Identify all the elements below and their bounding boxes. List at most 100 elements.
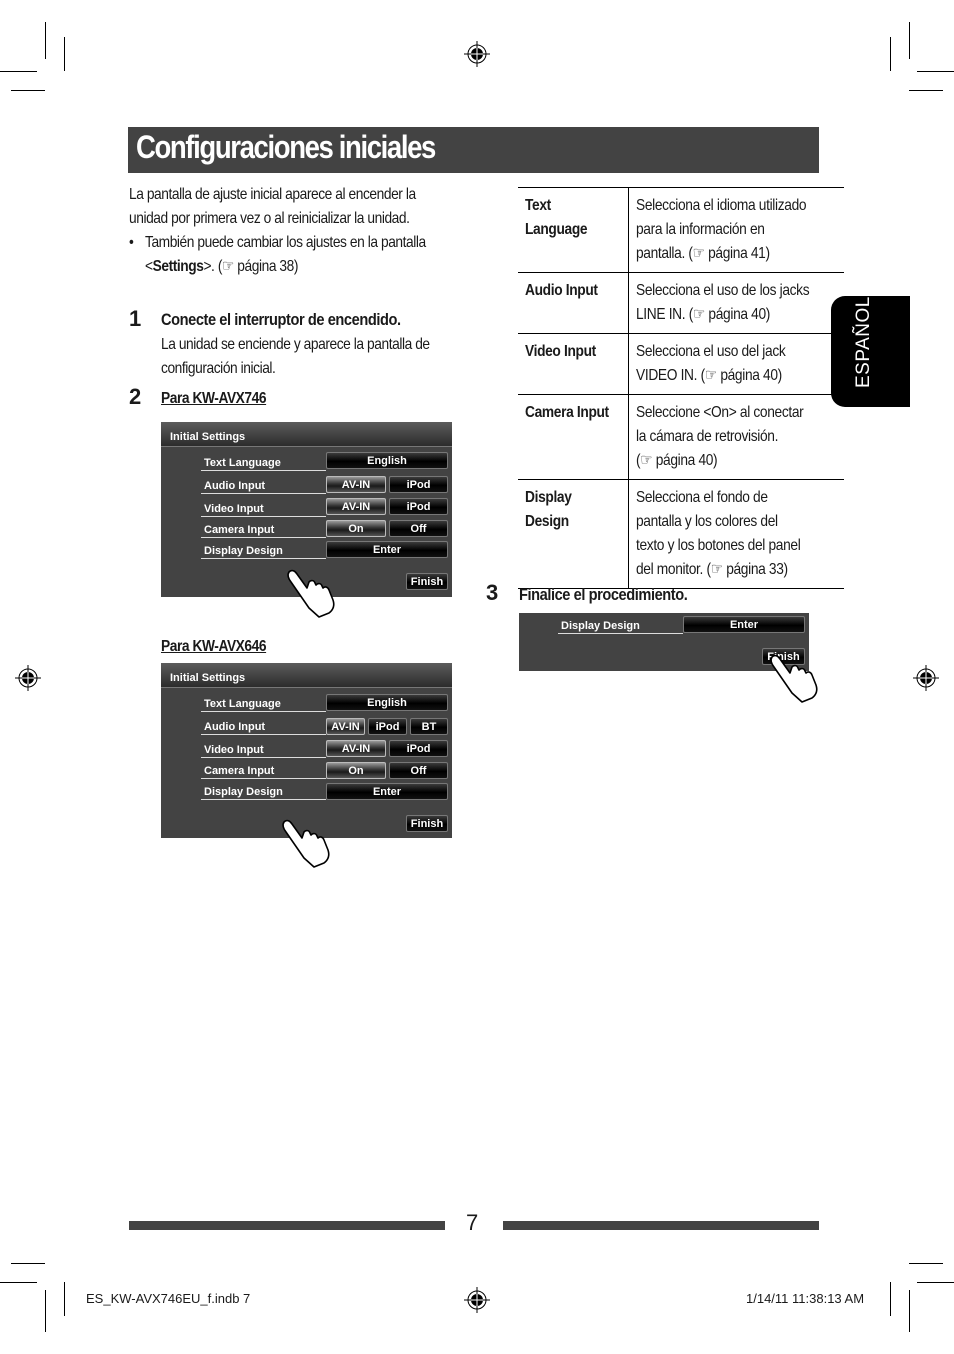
- setting-description: del monitor. (☞ página 33): [636, 561, 789, 578]
- video-input-ipod-button[interactable]: iPod: [389, 498, 448, 515]
- setting-name-cell: Display Design: [518, 479, 630, 589]
- pointing-hand-icon: [287, 569, 335, 618]
- crop-mark: [11, 90, 45, 91]
- crop-mark: [64, 1282, 65, 1316]
- video-input-ipod-button[interactable]: iPod: [389, 740, 448, 757]
- page-number: 7: [466, 1210, 479, 1235]
- model-heading: Para KW-AVX746: [161, 390, 267, 407]
- setting-description: Selecciona el uso de los jacks: [636, 282, 810, 299]
- crop-mark: [890, 1282, 891, 1316]
- intro-line: unidad por primera vez o al reinicializa…: [129, 210, 410, 227]
- crop-mark: [909, 22, 910, 59]
- setting-description: pantalla y los colores del: [636, 513, 779, 530]
- setting-description-cell: Selecciona el uso de los jacks LINE IN. (…: [629, 273, 844, 334]
- registration-mark-icon: [464, 41, 490, 67]
- setting-description: (☞ página 40): [636, 452, 718, 469]
- setting-name: Design: [525, 513, 569, 530]
- crop-mark: [64, 37, 65, 71]
- table-row: Text Language Selecciona el idioma utiliza…: [518, 187, 844, 273]
- camera-input-off-button[interactable]: Off: [389, 520, 448, 537]
- setting-label: Audio Input: [201, 721, 326, 735]
- setting-name-cell: Audio Input: [518, 272, 630, 334]
- audio-input-av-in-button[interactable]: AV-IN: [326, 718, 365, 735]
- text-language-button[interactable]: English: [326, 694, 448, 711]
- setting-label: Display Design: [558, 620, 683, 634]
- setting-name: Video Input: [525, 343, 596, 360]
- setting-description: para la información en: [636, 221, 766, 238]
- audio-input-ipod-button[interactable]: iPod: [368, 718, 407, 735]
- step-number: 2: [129, 384, 142, 409]
- setting-label: Camera Input: [201, 524, 326, 538]
- setting-name-cell: Camera Input: [518, 394, 630, 480]
- setting-label: Display Design: [201, 786, 326, 800]
- setting-description: LINE IN. (☞ página 40): [636, 306, 771, 323]
- setting-label: Display Design: [201, 545, 326, 559]
- video-input-av-in-button[interactable]: AV-IN: [326, 740, 386, 757]
- setting-description: Seleccione <On> al conectar: [636, 404, 804, 421]
- screen-header: Initial Settings: [161, 422, 452, 447]
- step-number: 1: [129, 306, 142, 331]
- crop-mark: [0, 71, 37, 72]
- setting-name-cell: Video Input: [518, 333, 630, 395]
- audio-input-ipod-button[interactable]: iPod: [389, 476, 448, 493]
- camera-input-on-button[interactable]: On: [326, 762, 386, 779]
- setting-label: Audio Input: [201, 480, 326, 494]
- table-row: Audio Input Selecciona el uso de los jack…: [518, 272, 844, 334]
- footer-bar-right: [503, 1221, 819, 1230]
- crop-mark: [909, 90, 943, 91]
- page-title-bar: Configuraciones iniciales: [128, 127, 819, 173]
- screen-title: Initial Settings: [170, 672, 246, 684]
- settings-description-table: Text Language Selecciona el idioma utiliza…: [518, 187, 844, 589]
- page-reference: >. (☞ página 38): [203, 258, 299, 275]
- finish-button[interactable]: Finish: [406, 573, 448, 590]
- crop-mark: [917, 71, 954, 72]
- language-label: ESPAÑOL: [853, 296, 874, 388]
- bracket: <: [145, 258, 153, 275]
- step-heading: Conecte el interruptor de encendido.: [161, 310, 401, 329]
- crop-mark: [45, 22, 46, 59]
- camera-input-on-button[interactable]: On: [326, 520, 386, 537]
- slug-timestamp: 1/14/11 11:38:13 AM: [746, 1291, 865, 1306]
- setting-name: Audio Input: [525, 282, 598, 299]
- setting-label: Video Input: [201, 503, 326, 517]
- registration-mark-icon: [15, 665, 41, 691]
- video-input-av-in-button[interactable]: AV-IN: [326, 498, 386, 515]
- step-number: 3: [486, 580, 499, 605]
- step-body: La unidad se enciende y aparece la panta…: [161, 336, 430, 353]
- step-heading: Finalice el procedimiento.: [519, 585, 688, 604]
- text-language-button[interactable]: English: [326, 452, 448, 469]
- setting-name: Display: [525, 489, 572, 506]
- slug-filename: ES_KW-AVX746EU_f.indb 7: [86, 1291, 251, 1306]
- setting-label: Text Language: [201, 457, 326, 471]
- initial-settings-screen-avx646: Initial Settings Text Language English A…: [161, 663, 452, 838]
- bullet-marker: •: [129, 234, 134, 251]
- registration-mark-icon: [464, 1287, 490, 1313]
- setting-description-cell: Selecciona el idioma utilizado para la in…: [629, 188, 844, 273]
- setting-description: texto y los botones del panel: [636, 537, 801, 554]
- crop-mark: [0, 1282, 37, 1283]
- table-row: Video Input Selecciona el uso del jack VID…: [518, 333, 844, 395]
- setting-description: pantalla. (☞ página 41): [636, 245, 771, 262]
- step-body: configuración inicial.: [161, 360, 276, 377]
- setting-description: la cámara de retrovisión.: [636, 428, 779, 445]
- crop-mark: [45, 1290, 46, 1332]
- display-design-enter-button[interactable]: Enter: [326, 783, 448, 800]
- screen-title: Initial Settings: [170, 431, 246, 443]
- intro-line: La pantalla de ajuste inicial aparece al…: [129, 186, 416, 203]
- crop-mark: [890, 37, 891, 71]
- audio-input-av-in-button[interactable]: AV-IN: [326, 476, 386, 493]
- setting-name: Text: [525, 197, 551, 214]
- bullet-text: <Settings>. (☞ página 38): [145, 255, 298, 279]
- display-design-enter-button[interactable]: Enter: [683, 616, 805, 633]
- page-title: Configuraciones iniciales: [136, 129, 436, 165]
- crop-mark: [917, 1282, 954, 1283]
- screen-header: Initial Settings: [161, 663, 452, 688]
- display-design-enter-button[interactable]: Enter: [326, 541, 448, 558]
- audio-input-bt-button[interactable]: BT: [410, 718, 448, 735]
- finish-button[interactable]: Finish: [406, 815, 448, 832]
- table-row: Display Design Selecciona el fondo de panta…: [518, 479, 844, 589]
- setting-description: VIDEO IN. (☞ página 40): [636, 367, 783, 384]
- setting-name-cell: Text Language: [518, 187, 630, 273]
- camera-input-off-button[interactable]: Off: [389, 762, 448, 779]
- setting-description-cell: Selecciona el uso del jack VIDEO IN. (☞ p…: [629, 334, 844, 395]
